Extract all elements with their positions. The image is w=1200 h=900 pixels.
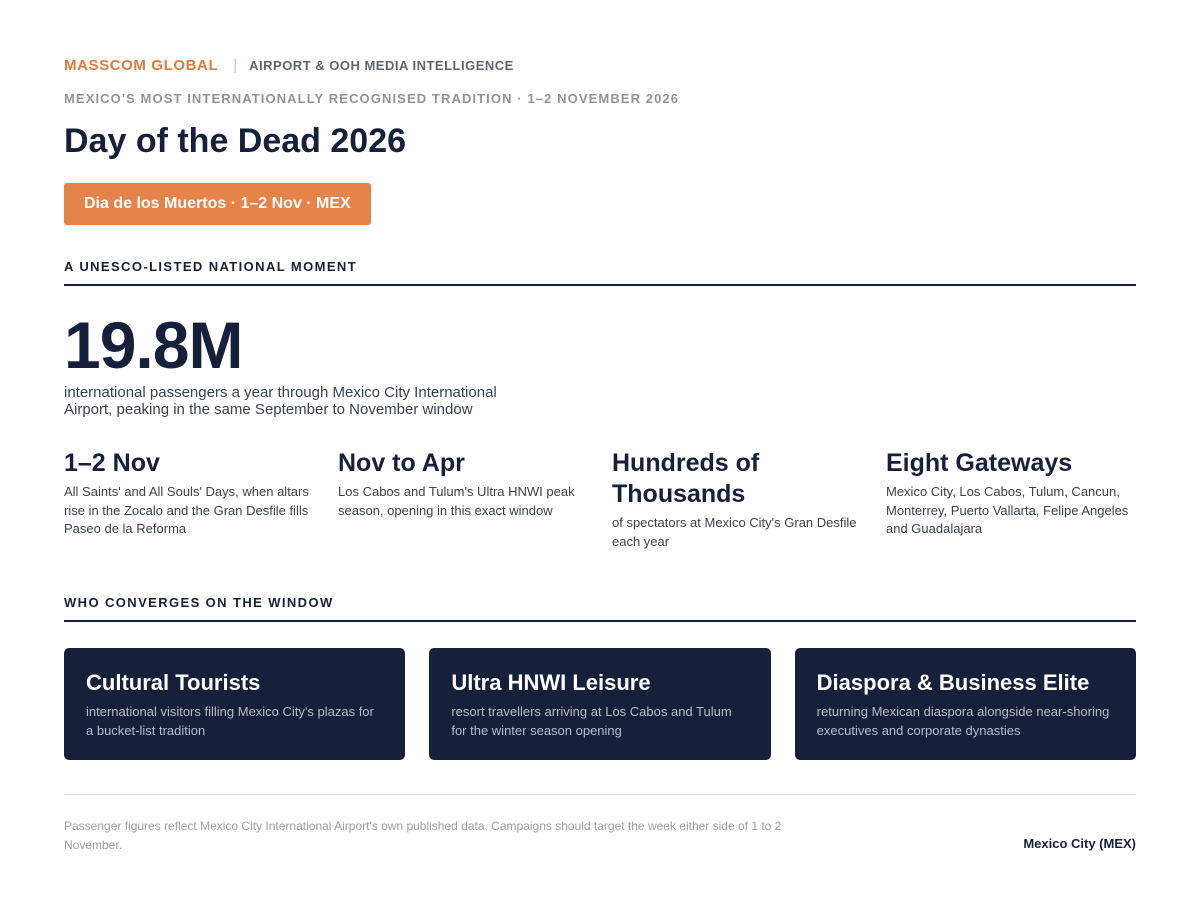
audience-card: Diaspora & Business Elite returning Mexi… [794,648,1136,760]
eyebrow-text: MEXICO'S MOST INTERNATIONALLY RECOGNISED… [64,91,680,106]
stat-heading: Eight Gateways [886,449,1073,477]
audience-card-title: Cultural Tourists [86,670,261,695]
brand-name: MASSCOM GLOBAL [64,57,219,74]
stat-description: of spectators at Mexico City's Gran Desf… [612,515,857,549]
brand-row: MASSCOM GLOBAL | AIRPORT & OOH MEDIA INT… [64,57,514,74]
headline-stat-description: international passengers a year through … [64,384,497,418]
audience-card-description: returning Mexican diaspora alongside nea… [816,704,1110,738]
page-title: Day of the Dead 2026 [64,122,407,160]
stat-description: Mexico City, Los Cabos, Tulum, Cancun, M… [886,484,1129,536]
audience-card-title: Diaspora & Business Elite [816,670,1090,695]
section-divider [64,284,1136,286]
stat-item: Nov to Apr Los Cabos and Tulum's Ultra H… [338,448,612,551]
audience-card-title: Ultra HNWI Leisure [451,670,651,695]
brand-separator: | [233,57,238,74]
section-divider [64,620,1136,622]
section-label-moment: A UNESCO-LISTED NATIONAL MOMENT [64,259,358,274]
audience-card: Cultural Tourists international visitors… [64,648,406,760]
stat-item: Hundreds of Thousands of spectators at M… [612,448,886,551]
stat-item: 1–2 Nov All Saints' and All Souls' Days,… [64,448,338,551]
stat-heading: 1–2 Nov [64,449,160,477]
footer-divider [64,794,1136,795]
headline-stat: 19.8M [64,308,243,382]
stat-description: All Saints' and All Souls' Days, when al… [64,484,309,536]
stat-item: Eight Gateways Mexico City, Los Cabos, T… [886,448,1136,551]
stat-description: Los Cabos and Tulum's Ultra HNWI peak se… [338,484,575,518]
stat-heading: Nov to Apr [338,449,465,477]
audience-cards: Cultural Tourists international visitors… [64,648,1136,760]
event-pill: Dia de los Muertos · 1–2 Nov · MEX [64,183,371,225]
audience-card: Ultra HNWI Leisure resort travellers arr… [429,648,771,760]
footer-location: Mexico City (MEX) [1023,836,1136,851]
brand-tagline: AIRPORT & OOH MEDIA INTELLIGENCE [249,58,514,73]
audience-card-description: resort travellers arriving at Los Cabos … [451,704,732,738]
stat-heading: Hundreds of Thousands [612,449,760,508]
audience-card-description: international visitors filling Mexico Ci… [86,704,374,738]
footer-note: Passenger figures reflect Mexico City In… [64,819,782,852]
page: MASSCOM GLOBAL | AIRPORT & OOH MEDIA INT… [0,0,1200,900]
stat-row: 1–2 Nov All Saints' and All Souls' Days,… [64,448,1136,551]
section-label-audiences: WHO CONVERGES ON THE WINDOW [64,595,334,610]
